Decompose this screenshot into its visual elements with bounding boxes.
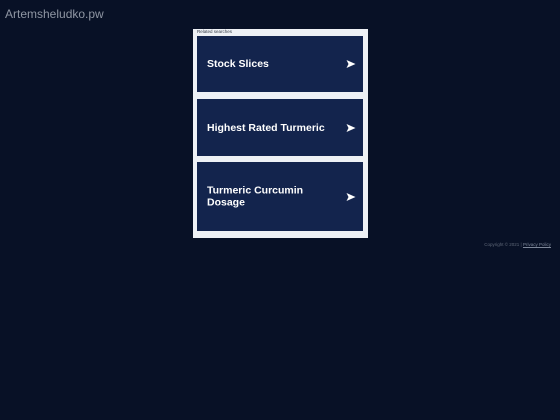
arrow-right-icon xyxy=(346,123,356,132)
related-search-highest-rated-turmeric[interactable]: Highest Rated Turmeric xyxy=(197,99,363,156)
related-search-label: Turmeric Curcumin Dosage xyxy=(207,184,304,209)
related-search-turmeric-curcumin-dosage[interactable]: Turmeric Curcumin Dosage xyxy=(197,162,363,231)
related-searches-panel: Related searches Stock Slices Highest Ra… xyxy=(193,29,368,238)
privacy-policy-link[interactable]: Privacy Policy xyxy=(523,242,551,247)
arrow-right-icon xyxy=(346,192,356,201)
footer: Copyright © 2021 | Privacy Policy xyxy=(484,242,551,248)
site-title[interactable]: Artemsheludko.pw xyxy=(5,7,104,21)
related-searches-heading: Related searches xyxy=(197,29,233,34)
related-search-label: Stock Slices xyxy=(207,57,269,70)
related-search-stock-slices[interactable]: Stock Slices xyxy=(197,36,363,92)
copyright-text: Copyright © 2021 | xyxy=(484,242,522,247)
arrow-right-icon xyxy=(346,60,356,68)
related-search-label: Highest Rated Turmeric xyxy=(207,121,325,134)
